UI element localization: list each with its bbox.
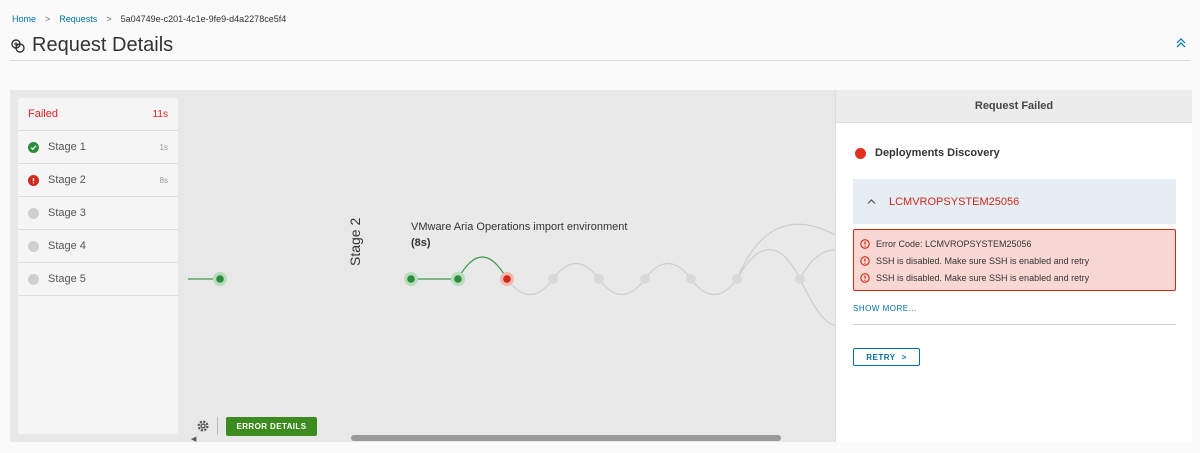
breadcrumb-separator-icon: > [106,14,112,24]
breadcrumb-current-request: 5a04749e-c201-4c1e-9fe9-d4a2278ce5f4 [120,14,287,24]
step-title: VMware Aria Operations import environmen… [411,221,628,233]
pending-status-icon [28,207,39,219]
error-alert-icon [860,255,870,266]
panel-divider [853,324,1176,325]
stage-item-4[interactable]: Stage 4 [18,230,178,263]
pending-status-icon [28,273,39,285]
pipeline-node-error [503,275,511,283]
failed-task-name: Deployments Discovery [875,147,1000,159]
error-status-icon [855,147,866,159]
retry-label: RETRY [866,352,896,362]
stage-label: Stage 2 [48,174,86,186]
stage-label: Stage 4 [48,240,86,252]
stage-2-label: Stage 2 [347,217,363,266]
pipeline-node-pending [795,274,805,284]
pipeline-graph[interactable] [180,90,835,435]
stages-list: Failed 11s Stage 1 1s Stage 2 8s Stage 3… [18,98,178,434]
pipeline-node-pending [686,274,696,284]
pipeline-node-pending [548,274,558,284]
scroll-left-arrow-icon[interactable]: ◀ [191,435,196,443]
collapse-up-icon[interactable] [1176,38,1186,48]
panel-title: Request Failed [836,90,1192,123]
stage-label: Stage 1 [48,141,86,153]
stage-item-5[interactable]: Stage 5 [18,263,178,296]
gear-icon[interactable] [196,419,210,433]
chevron-up-icon [867,199,876,204]
stage-label: Stage 5 [48,273,86,285]
error-message: SSH is disabled. Make sure SSH is enable… [876,272,1090,283]
pipeline-node-pending [594,274,604,284]
error-exclamation-icon [28,174,39,186]
pipeline-node-success [407,275,415,283]
pipeline-node-pending [640,274,650,284]
error-alert-icon [860,238,870,249]
request-status-label: Failed [28,108,58,120]
failed-task: Deployments Discovery [855,147,1000,159]
stage-label: Stage 3 [48,207,86,219]
step-duration: (8s) [411,237,431,249]
error-alert-icon [860,272,870,283]
breadcrumb-separator-icon: > [45,14,51,24]
error-line: SSH is disabled. Make sure SSH is enable… [860,269,1175,286]
chevron-right-icon: > [901,352,907,362]
breadcrumb-home-link[interactable]: Home [12,14,36,24]
error-line: Error Code: LCMVROPSYSTEM25056 [860,235,1175,252]
stage-duration: 1s [159,142,168,152]
horizontal-scrollbar[interactable] [351,435,781,441]
retry-button[interactable]: RETRY > [853,348,920,366]
header-divider [10,60,1190,61]
stage-item-1[interactable]: Stage 1 1s [18,131,178,164]
request-details-icon [11,38,25,53]
error-message: Error Code: LCMVROPSYSTEM25056 [876,238,1032,249]
request-total-duration: 11s [152,108,168,120]
error-details-button[interactable]: ERROR DETAILS [226,417,317,436]
show-more-link[interactable]: SHOW MORE... [853,304,917,313]
request-pipeline-panel: Failed 11s Stage 1 1s Stage 2 8s Stage 3… [10,90,1192,443]
pipeline-node-success [454,275,462,283]
error-code-title: LCMVROPSYSTEM25056 [889,195,1020,208]
toolbar-divider [217,417,218,435]
error-accordion-header[interactable]: LCMVROPSYSTEM25056 [853,179,1176,224]
pipeline-node-pending [732,274,742,284]
stages-summary-row: Failed 11s [18,98,178,131]
success-check-icon [28,141,39,153]
breadcrumb: Home > Requests > 5a04749e-c201-4c1e-9fe… [12,14,286,24]
stage-item-2[interactable]: Stage 2 8s [18,164,178,197]
pipeline-node-success [216,275,224,283]
error-alert: Error Code: LCMVROPSYSTEM25056 SSH is di… [853,229,1176,291]
page-header: Request Details [10,34,173,57]
page-title: Request Details [32,34,174,56]
pending-status-icon [28,240,39,252]
request-failed-panel: Request Failed Deployments Discovery LCM… [835,90,1192,442]
error-line: SSH is disabled. Make sure SSH is enable… [860,252,1175,269]
error-message: SSH is disabled. Make sure SSH is enable… [876,255,1090,266]
stage-item-3[interactable]: Stage 3 [18,197,178,230]
stage-duration: 8s [159,175,168,185]
breadcrumb-requests-link[interactable]: Requests [59,14,97,24]
